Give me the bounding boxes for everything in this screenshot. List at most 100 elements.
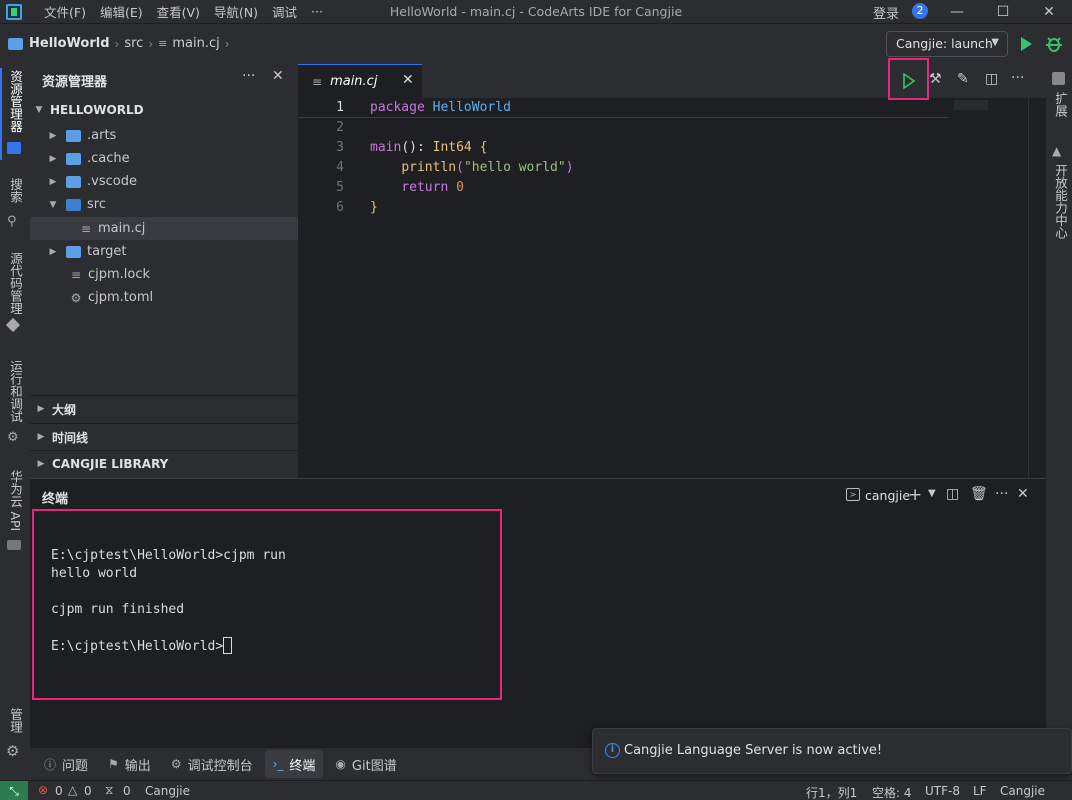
tab-main-cj[interactable]: ≡ main.cj ✕ [298,64,422,98]
activity-explorer[interactable]: 资源管理器 [6,70,25,133]
more-actions-icon[interactable]: ··· [995,486,1008,502]
code-token: } [370,200,378,215]
terminal-icon: ›_ [272,757,284,771]
code-line-1[interactable]: 1 package HelloWorld [298,98,948,118]
tool-debug-console[interactable]: ⚙ 调试控制台 [163,750,261,778]
tree-item-cjpm-toml[interactable]: ⚙ cjpm.toml [30,286,298,309]
tool-problems[interactable]: ⓘ 问题 [36,750,96,778]
info-circle-icon: ⓘ [44,757,57,772]
bug-icon[interactable]: ⚙ [7,430,19,445]
activity-run-debug[interactable]: 运行和调试 [6,360,25,423]
run-icon[interactable] [1019,36,1033,52]
tree-item-vscode[interactable]: ▶ .vscode [30,170,298,193]
line-number: 6 [336,200,344,215]
run-config-select[interactable]: Cangjie: launch ▼ [886,31,1008,57]
menu-edit[interactable]: 编辑(E) [100,2,143,21]
tool-output[interactable]: ⚑ 输出 [100,750,159,778]
close-icon[interactable]: ✕ [272,68,284,84]
edit-pencil-icon[interactable]: ✎ [957,71,969,87]
cursor-position[interactable]: 行1，列1 [806,784,857,800]
close-panel-icon[interactable]: ✕ [1017,486,1029,502]
code-line-5[interactable]: 5 return 0 [298,178,958,198]
encoding[interactable]: UTF-8 [925,784,960,798]
tree-item-target[interactable]: ▶ target [30,240,298,263]
breadcrumb-folder[interactable]: src [124,36,143,51]
error-count[interactable]: 0 [55,784,63,798]
warning-count[interactable]: 0 [84,784,92,798]
code-line-4[interactable]: 4 println("hello world") [298,158,958,178]
debug-bug-icon[interactable] [1045,35,1063,53]
code-line-6[interactable]: 6} [298,198,958,218]
split-editor-icon[interactable]: ◫ [985,71,998,87]
explorer-icon[interactable] [7,142,21,154]
status-language-left[interactable]: Cangjie [145,784,190,798]
indentation[interactable]: 空格: 4 [872,784,912,800]
settings-gear-icon[interactable]: ⚙ [6,742,19,760]
menu-more[interactable]: ··· [311,4,323,19]
api-icon[interactable] [7,540,21,550]
hierarchy-icon[interactable]: ▲ [1052,144,1061,158]
ports-count[interactable]: 0 [123,784,131,798]
tree-item-cjpm-lock[interactable]: ≡ cjpm.lock [30,263,298,286]
tree-item-cache[interactable]: ▶ .cache [30,147,298,170]
code-token: main [370,140,402,155]
scrollbar-track[interactable] [1028,98,1029,478]
menu-file[interactable]: 文件(F) [44,2,86,21]
minimize-icon[interactable]: — [934,0,980,24]
split-terminal-icon[interactable]: ◫ [946,486,959,502]
extensions-icon[interactable] [1052,72,1065,85]
activity-manage[interactable]: 管理 [6,708,25,733]
more-actions-icon[interactable]: ··· [1011,70,1024,86]
trash-icon[interactable]: 🗑 [970,486,988,502]
gear-icon: ⚙ [70,290,82,305]
git-graph-icon: ◉ [335,757,346,771]
tree-root[interactable]: ▼ HELLOWORLD [30,98,298,121]
breadcrumb-file[interactable]: main.cj [172,36,219,51]
tree-item-main-cj[interactable]: ≡ main.cj [30,217,298,240]
terminal-instance-name[interactable]: cangjie [865,488,910,503]
source-control-icon[interactable] [5,317,21,333]
section-cangjie-library[interactable]: ▶ CANGJIE LIBRARY [30,450,298,477]
maximize-icon[interactable]: ☐ [980,0,1026,24]
section-timeline[interactable]: ▶ 时间线 [30,423,298,450]
flag-icon: ⚑ [108,757,119,771]
menu-debug[interactable]: 调试 [272,2,297,21]
activity-huawei-api[interactable]: 华为云 API [6,470,25,531]
more-actions-icon[interactable]: ··· [242,68,255,84]
remote-icon[interactable]: ⤡ [0,781,28,800]
section-label: CANGJIE LIBRARY [52,457,169,471]
right-open-center[interactable]: 开放能力中心 [1051,164,1070,239]
code-token: 0 [456,180,464,195]
build-hammer-icon[interactable]: ⚒ [929,71,942,87]
login-button[interactable]: 登录 [873,3,899,22]
right-extensions[interactable]: 扩展 [1051,92,1070,117]
tool-terminal[interactable]: ›_ 终端 [264,750,324,778]
code-line-2[interactable]: 2 [298,118,958,138]
tree-item-arts[interactable]: ▶ .arts [30,124,298,147]
close-tab-icon[interactable]: ✕ [402,72,414,88]
chevron-down-icon[interactable]: ▼ [928,488,936,499]
tool-git-graph[interactable]: ◉ Git图谱 [327,750,404,778]
tool-label: 问题 [62,758,89,774]
chevron-right-icon: › [224,36,230,51]
notification-badge[interactable]: 2 [912,3,928,19]
activity-scm[interactable]: 源代码管理 [6,252,25,315]
tree-item-src[interactable]: ▼ src [30,193,298,216]
code-token: (): [401,140,433,155]
search-icon[interactable]: ⚲ [7,214,17,229]
code-token: println [401,160,457,175]
menu-navigate[interactable]: 导航(N) [214,2,258,21]
language-mode[interactable]: Cangjie [1000,784,1045,798]
breadcrumb-project[interactable]: HelloWorld [29,36,110,51]
add-terminal-icon[interactable]: + [908,485,922,505]
tree-item-label: cjpm.toml [88,290,154,305]
end-of-line[interactable]: LF [973,784,987,798]
menu-view[interactable]: 查看(V) [157,2,200,21]
section-outline[interactable]: ▶ 大纲 [30,395,298,422]
activity-search[interactable]: 搜索 [6,178,25,203]
minimap[interactable] [954,100,988,110]
close-window-icon[interactable]: ✕ [1026,0,1072,24]
code-line-3[interactable]: 3 main(): Int64 { [298,138,958,158]
notification-toast[interactable]: i Cangjie Language Server is now active! [592,728,1072,774]
editor-tab-bar: ≡ main.cj ✕ ⚒ ✎ ◫ ··· [298,64,1046,98]
